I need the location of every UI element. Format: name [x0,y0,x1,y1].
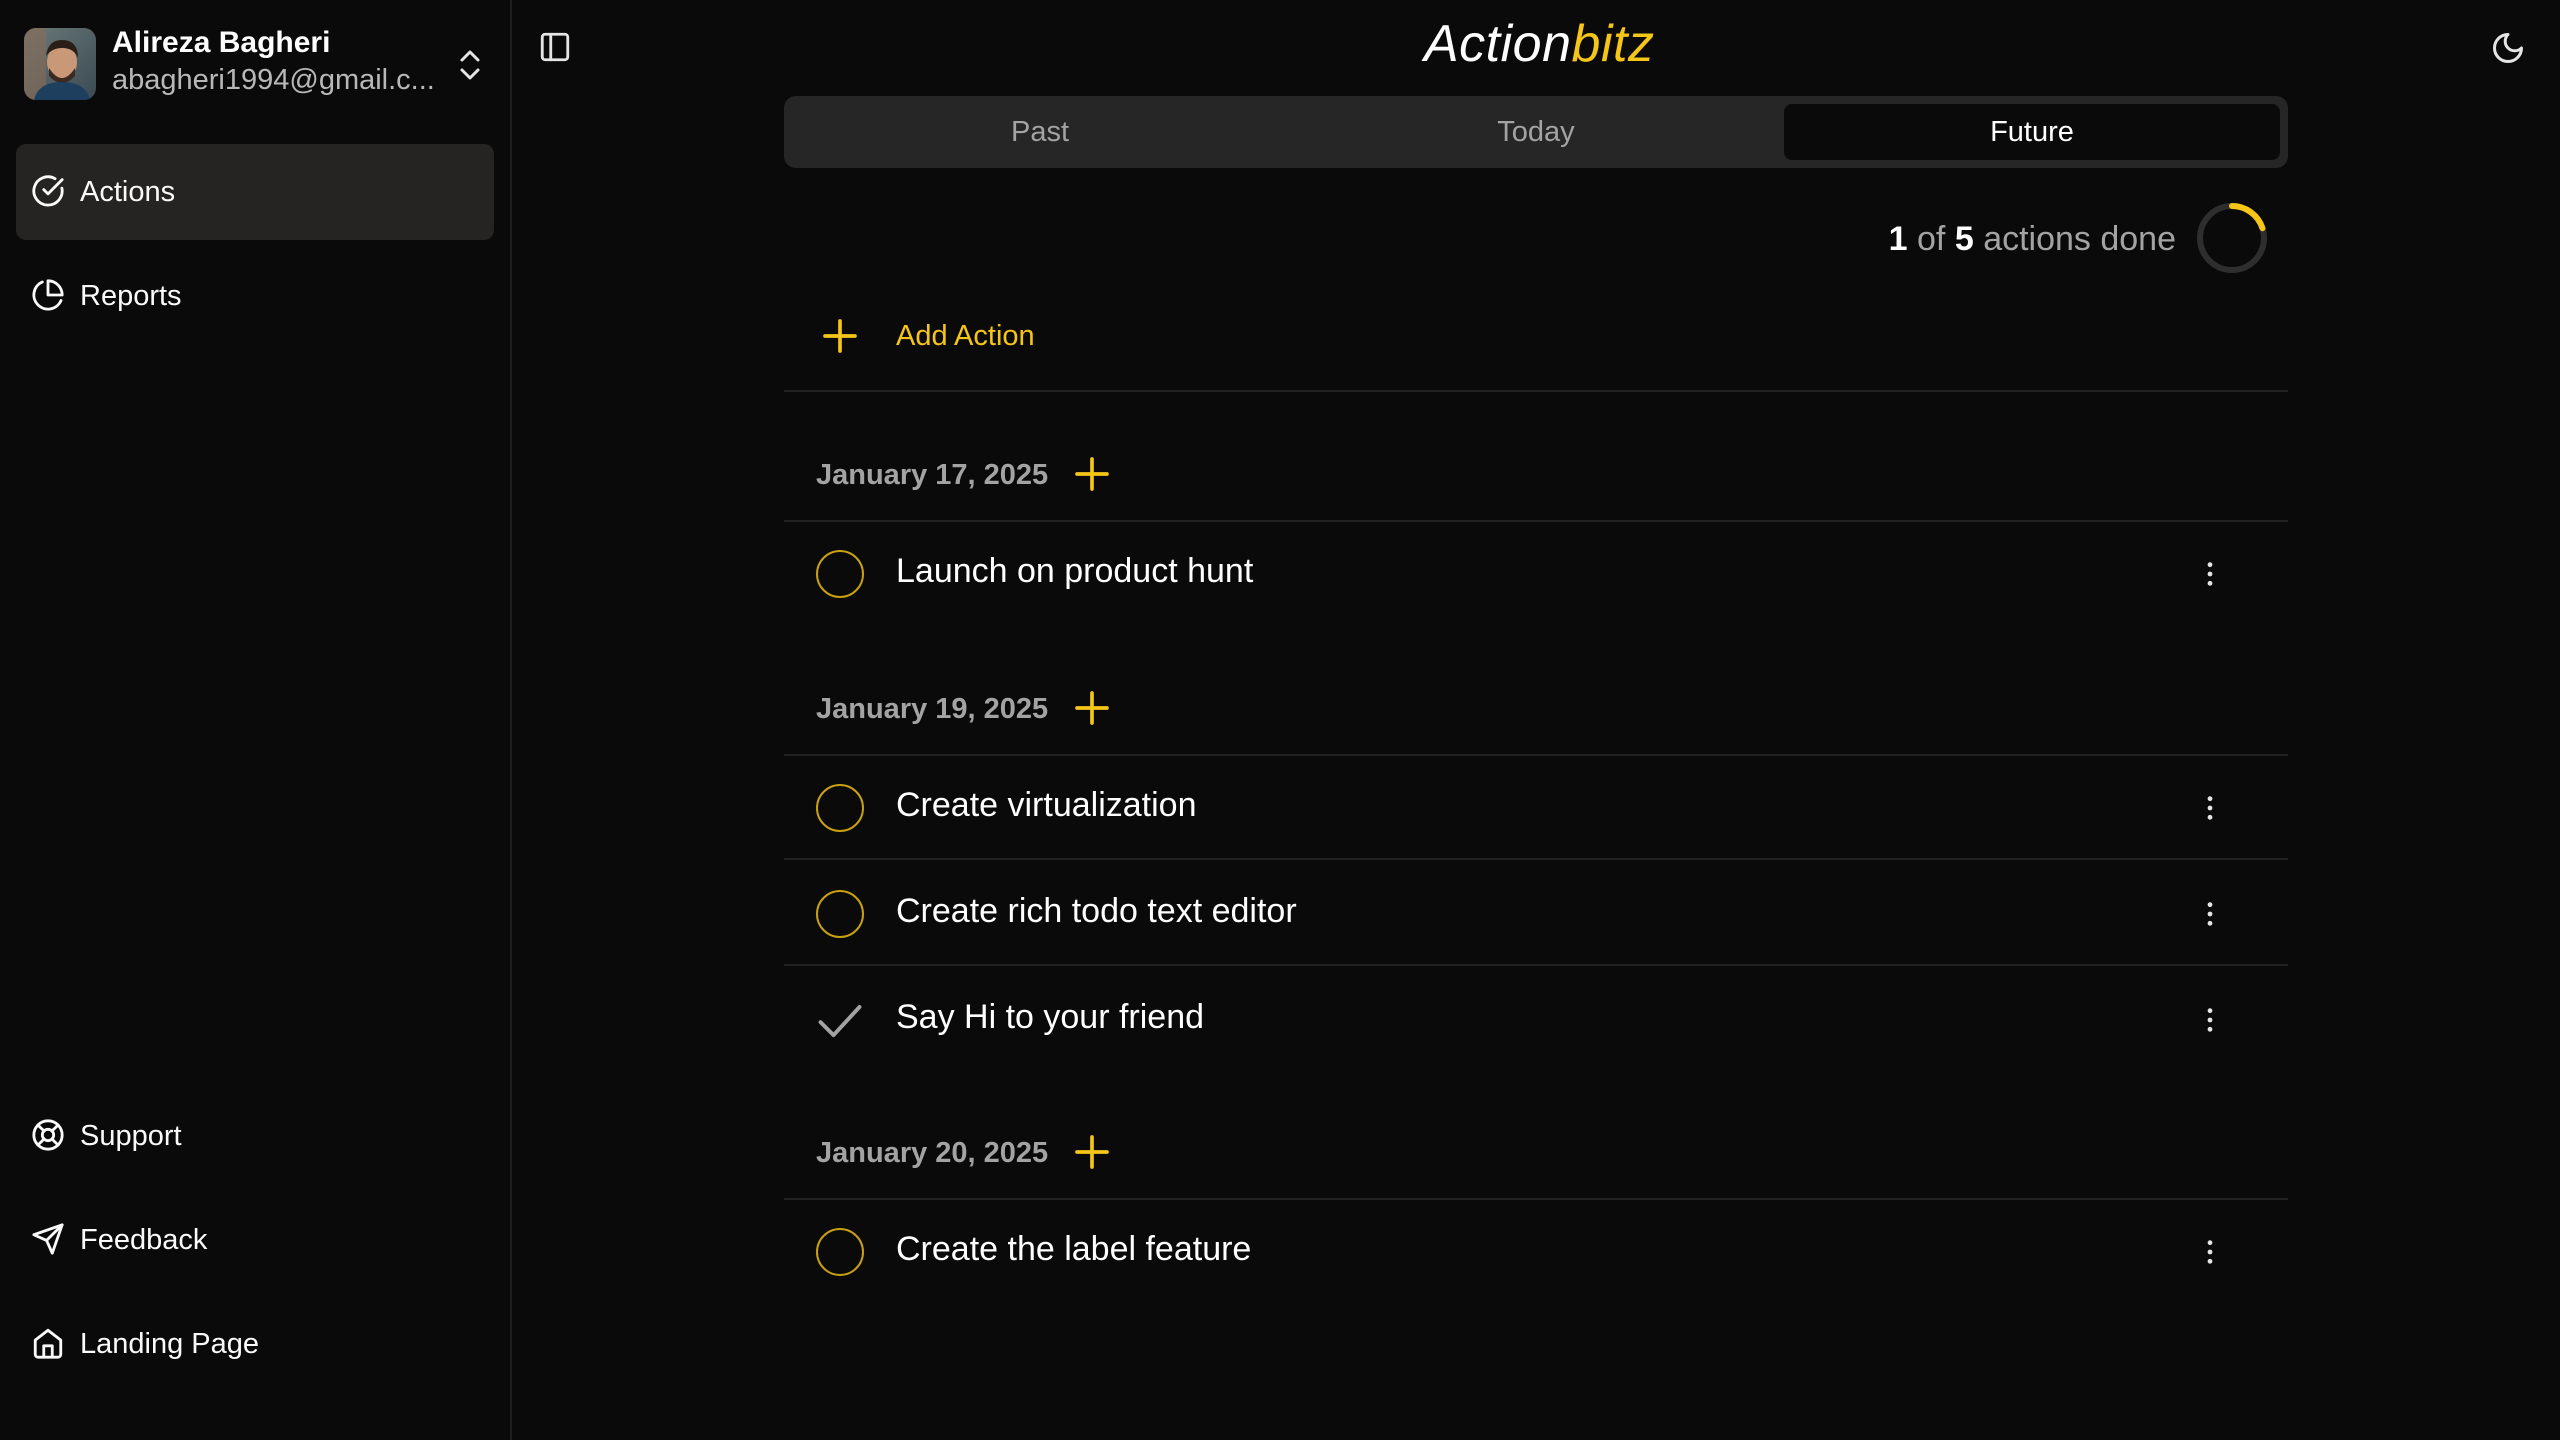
sidebar: Alireza Bagheri abagheri1994@gmail.c... … [0,0,512,1440]
sidebar-item-reports[interactable]: Reports [16,248,494,344]
brand-logo: Actionbitz [1424,14,1654,74]
progress-ring [2197,203,2267,273]
home-icon [33,1328,63,1359]
life-buoy-icon [32,1119,64,1151]
group-date: January 20, 2025 [816,1137,1049,1169]
user-switcher[interactable]: Alireza Bagheri abagheri1994@gmail.c... [14,18,496,112]
progress-of: of [1917,220,1946,258]
task-title: Create virtualization [896,786,1197,824]
sidebar-item-label: Reports [80,279,182,312]
task-item[interactable]: Create the label feature [784,1200,2288,1304]
check-icon [818,1005,862,1038]
period-tabs: Past Today Future [784,96,2288,168]
task-checkbox[interactable] [814,782,866,834]
sidebar-item-label: Actions [80,175,176,208]
sidebar-item-actions[interactable]: Actions [16,144,494,240]
user-name: Alireza Bagheri [112,26,331,59]
task-item[interactable]: Create virtualization [784,756,2288,860]
check-circle-icon [32,175,64,207]
brand-part-2: bitz [1571,15,1655,73]
brand-part-1: Action [1424,15,1572,73]
date-group-header: January 19, 2025 [784,644,2288,756]
more-vertical-icon[interactable] [2194,1002,2226,1038]
task-item[interactable]: Create rich todo text editor [784,862,2288,966]
tab-past[interactable]: Past [792,104,1288,160]
progress-done: 1 [1888,220,1908,258]
more-vertical-icon[interactable] [2194,896,2226,932]
chevrons-up-down-icon [460,50,480,80]
more-vertical-icon[interactable] [2194,1234,2226,1270]
task-title: Create rich todo text editor [896,892,1297,930]
more-vertical-icon[interactable] [2194,790,2226,826]
sidebar-item-support[interactable]: Support [16,1088,494,1184]
task-checkbox[interactable] [814,994,866,1046]
plus-icon[interactable] [1072,1132,1112,1172]
unchecked-circle-icon [816,784,864,832]
add-action-button[interactable]: Add Action [784,300,2288,392]
task-title: Create the label feature [896,1230,1252,1268]
plus-icon[interactable] [1072,688,1112,728]
date-group-header: January 20, 2025 [784,1088,2288,1200]
sidebar-item-feedback[interactable]: Feedback [16,1192,494,1288]
sidebar-item-landing-page[interactable]: Landing Page [16,1296,494,1392]
unchecked-circle-icon [816,550,864,598]
sidebar-item-label: Feedback [80,1223,208,1256]
pie-chart-icon [32,279,64,311]
group-date: January 17, 2025 [816,459,1049,491]
progress-summary: 1 of 5 actions done [1889,220,2176,259]
task-checkbox[interactable] [814,548,866,600]
task-checkbox[interactable] [814,888,866,940]
sidebar-item-label: Landing Page [80,1327,259,1360]
unchecked-circle-icon [816,1228,864,1276]
tab-future[interactable]: Future [1784,104,2280,160]
add-action-label: Add Action [896,320,1035,352]
plus-icon[interactable] [1072,454,1112,494]
avatar [24,28,96,100]
sidebar-item-label: Support [80,1119,182,1152]
tab-today[interactable]: Today [1288,104,1784,160]
more-vertical-icon[interactable] [2194,556,2226,592]
progress-suffix: actions done [1983,220,2176,258]
user-email: abagheri1994@gmail.c... [112,64,435,96]
task-item[interactable]: Launch on product hunt [784,522,2288,626]
group-date: January 19, 2025 [816,693,1049,725]
unchecked-circle-icon [816,890,864,938]
app-root: Alireza Bagheri abagheri1994@gmail.c... … [0,0,2560,1440]
send-icon [32,1223,64,1255]
date-group-header: January 17, 2025 [784,410,2288,522]
task-item[interactable]: Say Hi to your friend [784,968,2288,1072]
progress-total: 5 [1954,220,1974,258]
plus-icon [823,319,857,353]
task-checkbox[interactable] [814,1226,866,1278]
task-title: Launch on product hunt [896,552,1254,590]
sidebar-toggle-icon[interactable] [538,30,572,64]
moon-icon[interactable] [2490,30,2526,66]
task-title: Say Hi to your friend [896,998,1205,1036]
